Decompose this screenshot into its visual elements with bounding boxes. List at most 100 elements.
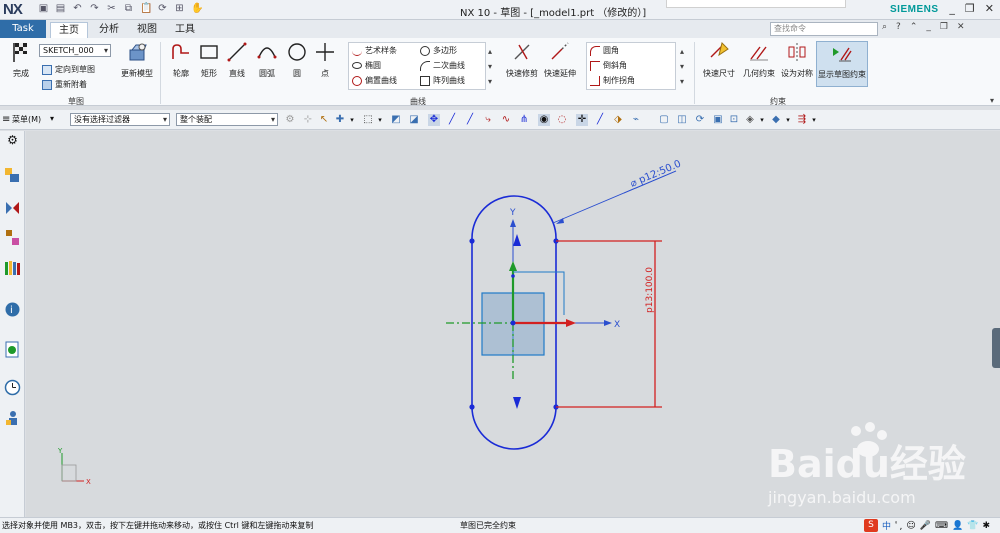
sketch-canvas[interactable]: Y X p13:100.0 ⌀ p12:50.0 Y X Baidu经验 jin…	[26, 131, 1000, 517]
snap-face-icon[interactable]: ⬗	[612, 114, 624, 126]
search-icon[interactable]: ⌕	[882, 22, 887, 32]
restore-button[interactable]: ❐	[965, 2, 975, 15]
zoom-icon[interactable]: ⊡	[728, 114, 740, 126]
snap-dropdown-icon[interactable]: ▾	[346, 114, 358, 126]
chamfer-button[interactable]: 倒斜角	[590, 60, 627, 71]
reattach-button[interactable]: 重新附着	[42, 79, 87, 90]
corner-gallery-scroll[interactable]: ▴ ▾ ▾	[680, 44, 684, 89]
tab-view[interactable]: 视图	[134, 22, 160, 38]
ime-mode-label[interactable]: 中	[882, 519, 891, 532]
offset-curve-button[interactable]: 偏置曲线	[352, 75, 397, 86]
cut-icon[interactable]: ✂	[106, 3, 117, 15]
pattern-curve-button[interactable]: 阵列曲线	[420, 75, 465, 86]
emoji-icon[interactable]: ☺	[906, 521, 915, 531]
ribbon-restore-button[interactable]: ❐	[940, 22, 948, 32]
help-icon[interactable]: ?	[896, 22, 901, 32]
web-browser-icon[interactable]: i	[4, 301, 21, 318]
keyboard-icon[interactable]: ⌨	[935, 521, 948, 531]
rectangle-dropdown-icon[interactable]: ▾	[374, 114, 386, 126]
point-button[interactable]: 点	[308, 41, 342, 79]
save-all-icon[interactable]: ▤	[55, 3, 66, 15]
refresh-icon[interactable]: ⟳	[694, 114, 706, 126]
finish-sketch-button[interactable]: 完成	[4, 41, 38, 79]
constraint-navigator-icon[interactable]	[4, 229, 21, 246]
rapid-dimension-button[interactable]: 快速尺寸	[700, 41, 738, 79]
gallery-scroll[interactable]: ▴ ▾ ▾	[488, 44, 492, 89]
ellipse-button[interactable]: 椭圆	[352, 60, 381, 71]
snap-quadrant-icon[interactable]: ◌	[556, 114, 568, 126]
display-icon[interactable]: ⇶	[796, 114, 808, 126]
tab-task[interactable]: Task	[0, 20, 46, 38]
origin-point[interactable]	[510, 320, 516, 326]
assembly-navigator-icon[interactable]	[4, 199, 21, 216]
quick-trim-button[interactable]: 快速修剪	[504, 41, 540, 79]
ribbon-close-button[interactable]: ✕	[957, 22, 965, 32]
save-icon[interactable]: ▣	[38, 3, 49, 15]
arc-button[interactable]: 圆弧	[250, 41, 284, 79]
tab-tools[interactable]: 工具	[172, 22, 198, 38]
part-navigator-icon[interactable]	[4, 167, 21, 184]
repeat-command-icon[interactable]: ⟳	[157, 3, 168, 15]
quick-extend-button[interactable]: 快速延伸	[542, 41, 578, 79]
show-constraints-button[interactable]: 显示草图约束	[816, 41, 868, 87]
studio-spline-button[interactable]: 艺术样条	[352, 45, 397, 56]
user-icon[interactable]: 👤	[952, 521, 963, 531]
snap-intersection-icon[interactable]: ✛	[576, 114, 588, 126]
tab-analysis[interactable]: 分析	[96, 22, 122, 38]
make-corner-button[interactable]: 制作拐角	[590, 75, 635, 86]
close-button[interactable]: ✕	[985, 2, 994, 15]
settings-icon[interactable]: ✱	[982, 521, 990, 531]
orient-view-icon[interactable]: ◆	[770, 114, 782, 126]
tab-home[interactable]: 主页	[50, 22, 88, 38]
reuse-library-icon[interactable]	[4, 259, 21, 276]
view-sketch-icon[interactable]: ◫	[676, 114, 688, 126]
snap-icon[interactable]: ✚	[334, 114, 346, 126]
minimize-button[interactable]: _	[949, 2, 955, 15]
selection-scope-select[interactable]: 整个装配	[176, 113, 278, 126]
redo-icon[interactable]: ↷	[89, 3, 100, 15]
clock-icon[interactable]	[4, 379, 21, 396]
selection-intent-icon[interactable]: ⊹	[302, 114, 314, 126]
touch-mode-icon[interactable]: ✋	[191, 3, 203, 15]
snap-line-2-icon[interactable]: ╱	[464, 114, 476, 126]
snap-point-on-curve-icon[interactable]: ╱	[594, 114, 606, 126]
rectangle-select-icon[interactable]: ⬚	[362, 114, 374, 126]
command-search-input[interactable]: 查找命令	[770, 22, 878, 36]
menu-button[interactable]: 菜单(M)	[12, 114, 41, 125]
filter-icon[interactable]: ⚙	[284, 114, 296, 126]
collapse-ribbon-icon[interactable]: ⌃	[910, 22, 918, 32]
geometric-constraints-button[interactable]: 几何约束	[740, 41, 778, 79]
render-dropdown-icon[interactable]: ▾	[756, 114, 768, 126]
end-point-icon[interactable]: ✥	[428, 114, 440, 126]
view-box-icon[interactable]: ▣	[712, 114, 724, 126]
side-panel-grip[interactable]	[992, 328, 1000, 368]
sogou-ime-icon[interactable]: S	[864, 519, 878, 532]
selection-filter-select[interactable]: 没有选择过滤器	[70, 113, 170, 126]
punctuation-icon[interactable]: ﾟ,	[895, 519, 902, 532]
snap-line-icon[interactable]: ╱	[446, 114, 458, 126]
line-button[interactable]: 直线	[220, 41, 254, 79]
part-icon[interactable]: ◪	[408, 114, 420, 126]
gear-icon[interactable]: ⚙	[4, 133, 21, 150]
view-fit-icon[interactable]: ▢	[658, 114, 670, 126]
copy-icon[interactable]: ⧉	[123, 3, 134, 15]
menu-lines-icon[interactable]: ≡	[2, 114, 10, 125]
graphics-window[interactable]: Y X p13:100.0 ⌀ p12:50.0 Y X Baidu经验 jin…	[26, 131, 1000, 517]
length-dimension-label[interactable]: p13:100.0	[645, 267, 655, 313]
window-icon[interactable]: ⊞	[174, 3, 185, 15]
ribbon-expand-icon[interactable]: ▾	[990, 96, 994, 105]
snap-bounded-icon[interactable]: ⌁	[630, 114, 642, 126]
general-selection-icon[interactable]: ↖	[318, 114, 330, 126]
snap-arc-icon[interactable]: ⤷	[482, 114, 494, 126]
render-style-icon[interactable]: ◈	[744, 114, 756, 126]
fillet-button[interactable]: 圆角	[590, 45, 619, 56]
history-icon[interactable]	[4, 341, 21, 358]
conic-button[interactable]: 二次曲线	[420, 60, 465, 71]
ribbon-minimize-button[interactable]: _	[926, 22, 931, 32]
polygon-button[interactable]: 多边形	[420, 45, 457, 56]
skin-icon[interactable]: 👕	[967, 521, 978, 531]
menu-dropdown-icon[interactable]: ▾	[50, 114, 54, 123]
snap-center-icon[interactable]: ◉	[538, 114, 550, 126]
sketch-name-select[interactable]: SKETCH_000	[39, 44, 111, 57]
paste-icon[interactable]: 📋	[140, 3, 152, 15]
